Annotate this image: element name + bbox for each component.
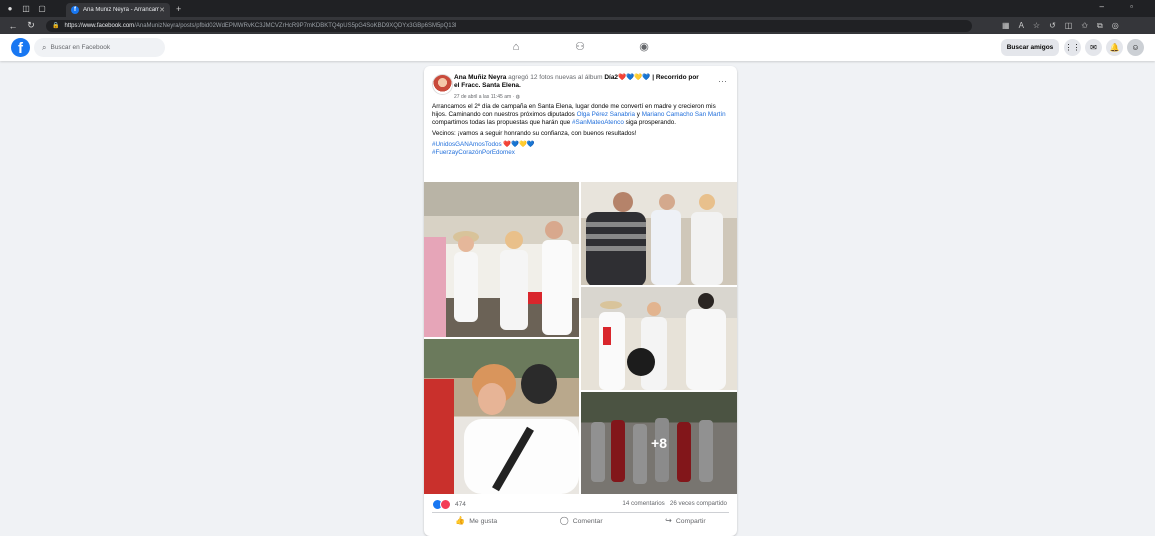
facebook-logo-icon[interactable]: f [11, 38, 30, 57]
photo-3-figures [599, 293, 726, 390]
address-bar-row: ← ↻ 🔒 https://www.facebook.com /AnaMuniz… [0, 17, 1155, 34]
mention-link[interactable]: Mariano Camacho San Martín [642, 111, 726, 118]
more-photos-overlay[interactable]: +8 [581, 392, 737, 494]
love-reaction-icon [440, 499, 451, 510]
photo-4-figures [424, 364, 579, 494]
friends-icon[interactable]: ⚇ [573, 40, 587, 54]
post-actions: 👍 Me gusta ◯ Comentar ↪ Compartir [424, 516, 737, 525]
refresh-icon[interactable]: ↻ [26, 20, 36, 31]
share-button[interactable]: ↪ Compartir [665, 516, 706, 525]
notifications-icon[interactable]: 🔔 [1106, 39, 1123, 56]
divider [432, 512, 729, 513]
url-path: /AnaMunizNeyra/posts/pfbid02WdEPMWRvKC3J… [134, 22, 457, 29]
split-screen-icon[interactable]: ◫ [1065, 21, 1073, 31]
favorites-icon[interactable]: ✩ [1081, 21, 1088, 31]
copilot-icon[interactable]: ◎ [1112, 21, 1119, 31]
reader-icon[interactable]: ▦ [1002, 21, 1010, 31]
profile-icon[interactable]: ● [4, 3, 16, 15]
browser-tab[interactable]: f Ana Muñiz Neyra - Arrancamos ✕ [66, 3, 170, 17]
tab-title: Ana Muñiz Neyra - Arrancamos [83, 7, 160, 13]
account-avatar[interactable]: ☺ [1127, 39, 1144, 56]
reaction-count: 474 [455, 501, 466, 508]
comment-label: Comentar [572, 518, 603, 525]
groups-icon[interactable]: ◉ [637, 40, 651, 54]
post-timestamp[interactable]: 27 de abril a las 11:45 am · ◍ [454, 94, 520, 100]
post-paragraph-2: Vecinos: ¡vamos a seguir honrando su con… [432, 130, 637, 137]
photo-5[interactable]: +8 [581, 392, 737, 494]
mention-link[interactable]: Olga Pérez Sanabria [577, 111, 635, 118]
search-placeholder: Buscar en Facebook [50, 44, 111, 51]
post-card: Ana Muñiz Neyra agregó 12 fotos nuevas a… [424, 66, 737, 536]
hashtag-link[interactable]: #SanMateoAtenco [572, 119, 624, 126]
refresh-extension-icon[interactable]: ↺ [1049, 21, 1056, 31]
lock-icon: 🔒 [52, 23, 60, 29]
shares-count[interactable]: 26 veces compartido [670, 500, 727, 507]
text-segment: y [635, 111, 642, 118]
like-button[interactable]: 👍 Me gusta [455, 516, 497, 525]
hashtag-link[interactable]: #FuerzayCorazónPorEdomex [432, 149, 515, 156]
tab-actions-icon[interactable]: ▢ [36, 3, 48, 15]
text-segment: siga prosperando. [623, 119, 676, 126]
post-paragraph-1: Arrancamos el 2º día de campaña en Santa… [432, 103, 732, 127]
post-action-text: agregó 12 fotos nuevas al álbum [506, 74, 605, 81]
more-options-icon[interactable]: ··· [718, 76, 727, 86]
comment-icon: ◯ [559, 516, 569, 525]
photo-4[interactable] [424, 339, 579, 494]
collections-icon[interactable]: ◫ [20, 3, 32, 15]
comment-button[interactable]: ◯ Comentar [560, 516, 603, 525]
url-field[interactable]: 🔒 https://www.facebook.com /AnaMunizNeyr… [46, 19, 972, 32]
close-tab-icon[interactable]: ✕ [159, 6, 165, 14]
reaction-summary[interactable]: 474 [432, 499, 466, 510]
text-segment: compartimos todas las propuestas que har… [432, 119, 573, 126]
home-icon[interactable]: ⌂ [509, 40, 523, 54]
window-controls[interactable]: – ▫ [1099, 2, 1145, 11]
thumbs-up-icon: 👍 [455, 516, 466, 525]
search-input[interactable]: ⌕ Buscar en Facebook [34, 38, 165, 57]
facebook-header: f ⌕ Buscar en Facebook ⌂ ⚇ ◉ Buscar amig… [0, 34, 1155, 61]
share-label: Compartir [675, 518, 706, 525]
photo-1-figures [424, 221, 572, 337]
like-label: Me gusta [469, 518, 498, 525]
globe-icon: ◍ [515, 94, 520, 100]
comments-count[interactable]: 14 comentarios [622, 500, 664, 507]
facebook-favicon-icon: f [71, 6, 79, 14]
author-name[interactable]: Ana Muñiz Neyra [454, 74, 506, 81]
post-stats: 14 comentarios 26 veces compartido [622, 500, 727, 507]
photo-2-figures [586, 192, 723, 285]
find-friends-button[interactable]: Buscar amigos [1001, 39, 1059, 56]
hashtags: #UnidosGANAmosTodos ❤️💙💛💙 #FuerzayCorazó… [432, 141, 732, 157]
favorite-icon[interactable]: ☆ [1033, 21, 1040, 31]
search-icon: ⌕ [42, 42, 47, 52]
share-icon: ↪ [665, 516, 672, 525]
photo-grid: +8 [424, 182, 737, 494]
author-avatar[interactable] [432, 74, 453, 95]
post-header: Ana Muñiz Neyra agregó 12 fotos nuevas a… [454, 74, 704, 90]
url-host: https://www.facebook.com [64, 22, 135, 29]
hashtag-link[interactable]: #UnidosGANAmosTodos ❤️💙💛💙 [432, 141, 535, 148]
back-icon[interactable]: ← [8, 21, 18, 31]
photo-1[interactable] [424, 182, 579, 337]
post-text: Arrancamos el 2º día de campaña en Santa… [432, 103, 732, 157]
timestamp-text: 27 de abril a las 11:45 am · [454, 94, 516, 100]
photo-3[interactable] [581, 287, 737, 390]
new-tab-icon[interactable]: + [176, 4, 181, 14]
menu-grid-icon[interactable]: ⋮⋮ [1064, 39, 1081, 56]
read-aloud-icon[interactable]: A [1019, 21, 1024, 31]
browser-tab-bar: ● ◫ ▢ f Ana Muñiz Neyra - Arrancamos ✕ +… [0, 0, 1155, 17]
messenger-icon[interactable]: ✉ [1085, 39, 1102, 56]
browser-toolbar: ▦ A ☆ ↺ ◫ ✩ ⧉ ◎ [1002, 21, 1119, 31]
collections-icon[interactable]: ⧉ [1097, 21, 1103, 31]
photo-2[interactable] [581, 182, 737, 285]
